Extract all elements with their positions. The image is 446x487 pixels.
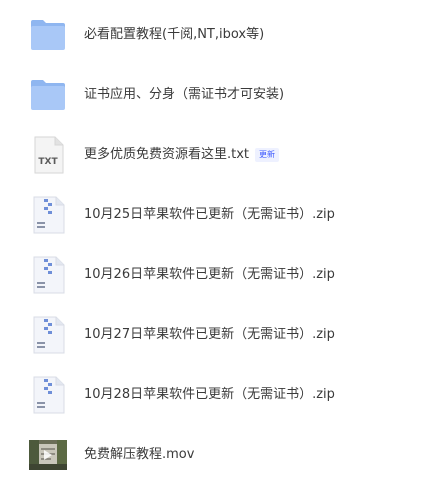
folder-icon: [28, 15, 68, 55]
zip-file-icon: [28, 375, 68, 415]
file-row-zip-1028[interactable]: 10月28日苹果软件已更新（无需证书）.zip: [0, 365, 446, 425]
file-row-folder-cert-apps[interactable]: 证书应用、分身（需证书才可安装): [0, 65, 446, 125]
file-name: 更多优质免费资源看这里.txt: [84, 147, 250, 162]
file-name: 10月28日苹果软件已更新（无需证书）.zip: [84, 387, 335, 402]
file-name-with-badge: 更多优质免费资源看这里.txt 更新: [84, 146, 280, 164]
zip-file-icon: [28, 255, 68, 295]
file-name: 10月27日苹果软件已更新（无需证书）.zip: [84, 327, 335, 342]
file-row-folder-config-tutorial[interactable]: 必看配置教程(千阅,NT,ibox等): [0, 5, 446, 65]
file-row-zip-1027[interactable]: 10月27日苹果软件已更新（无需证书）.zip: [0, 305, 446, 365]
update-badge: 更新: [255, 148, 280, 162]
file-row-zip-1025[interactable]: 10月25日苹果软件已更新（无需证书）.zip: [0, 185, 446, 245]
file-name: 10月25日苹果软件已更新（无需证书）.zip: [84, 207, 335, 222]
file-row-video-tutorial[interactable]: 免费解压教程.mov: [0, 425, 446, 485]
file-name: 10月26日苹果软件已更新（无需证书）.zip: [84, 267, 335, 282]
file-row-zip-1026[interactable]: 10月26日苹果软件已更新（无需证书）.zip: [0, 245, 446, 305]
txt-icon-label: TXT: [38, 157, 58, 167]
zip-file-icon: [28, 315, 68, 355]
file-name: 证书应用、分身（需证书才可安装): [84, 87, 285, 102]
file-row-txt-resources[interactable]: TXT 更多优质免费资源看这里.txt 更新: [0, 125, 446, 185]
video-thumbnail-icon: [28, 435, 68, 475]
file-list: 必看配置教程(千阅,NT,ibox等) 证书应用、分身（需证书才可安装) TXT…: [0, 0, 446, 487]
file-name: 必看配置教程(千阅,NT,ibox等): [84, 27, 265, 42]
folder-icon: [28, 75, 68, 115]
txt-file-icon: TXT: [28, 135, 68, 175]
zip-file-icon: [28, 195, 68, 235]
file-name: 免费解压教程.mov: [84, 447, 195, 462]
